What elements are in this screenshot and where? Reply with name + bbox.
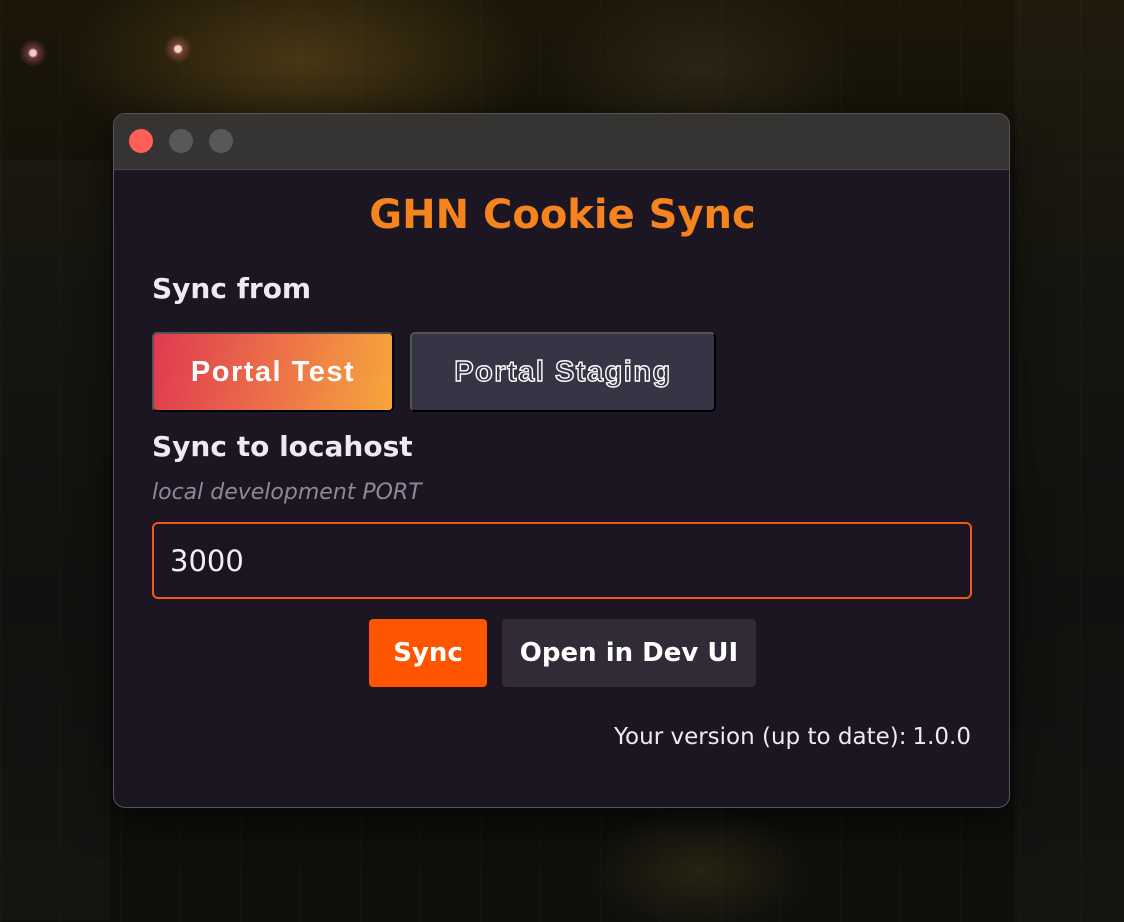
app-window: GHN Cookie Sync Sync from Portal Test Po… <box>113 113 1010 808</box>
version-label: Your version (up to date): <box>614 724 907 750</box>
open-dev-ui-button[interactable]: Open in Dev UI <box>502 619 756 687</box>
minimize-window-icon[interactable] <box>169 129 193 153</box>
title-bar[interactable] <box>114 114 1009 170</box>
port-input[interactable] <box>152 522 972 599</box>
background-building <box>0 160 110 920</box>
background-building <box>1015 0 1124 922</box>
version-number: 1.0.0 <box>912 724 971 750</box>
close-window-icon[interactable] <box>129 129 153 153</box>
sync-to-label: Sync to locahost <box>152 430 413 463</box>
portal-test-button[interactable]: Portal Test <box>152 332 394 412</box>
page-title: GHN Cookie Sync <box>369 192 756 238</box>
sync-from-label: Sync from <box>152 272 312 305</box>
version-info: Your version (up to date): 1.0.0 <box>614 724 971 750</box>
portal-staging-button[interactable]: Portal Staging <box>410 332 716 412</box>
portal-test-label: Portal Test <box>190 355 356 388</box>
sync-button[interactable]: Sync <box>369 619 487 687</box>
port-hint: local development PORT <box>152 480 422 505</box>
portal-staging-label: Portal Staging <box>454 355 672 388</box>
maximize-window-icon[interactable] <box>209 129 233 153</box>
